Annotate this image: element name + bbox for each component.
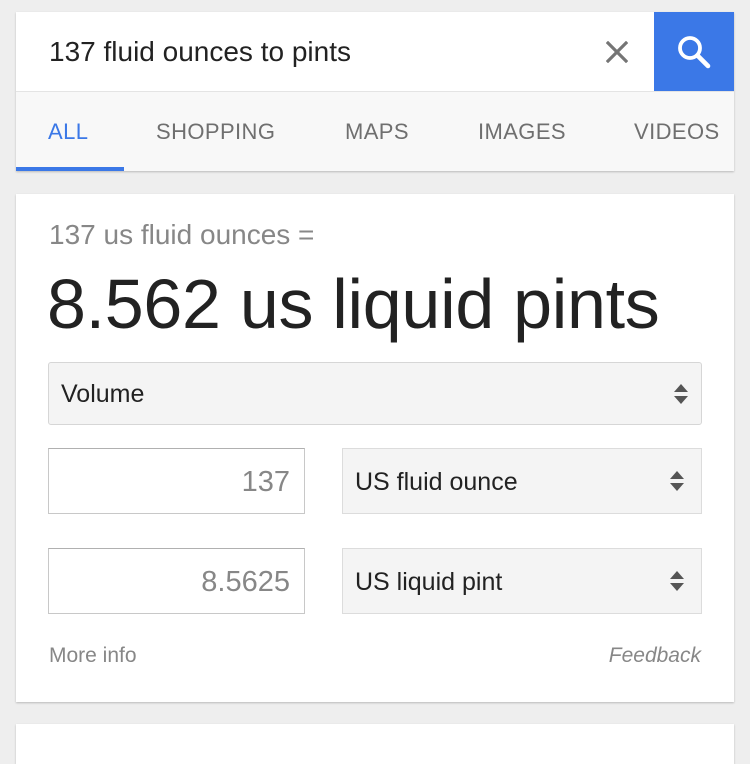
- conversion-source-text: 137 us fluid ounces =: [49, 219, 315, 250]
- feedback-link[interactable]: Feedback: [609, 644, 701, 668]
- conversion-result: 8.562 us liquid pints: [47, 265, 660, 343]
- select-arrows-icon: [670, 571, 684, 591]
- search-tabs: ALL SHOPPING MAPS IMAGES VIDEOS: [16, 91, 734, 171]
- to-value-input[interactable]: 8.5625: [48, 548, 305, 614]
- tab-images[interactable]: IMAGES: [478, 92, 566, 171]
- tab-maps[interactable]: MAPS: [345, 92, 409, 171]
- from-value-input[interactable]: 137: [48, 448, 305, 514]
- to-unit-select[interactable]: US liquid pint: [342, 548, 702, 614]
- select-arrows-icon: [674, 383, 688, 404]
- search-button[interactable]: [654, 12, 734, 91]
- tab-all[interactable]: ALL: [48, 92, 88, 171]
- select-arrows-icon: [670, 471, 684, 491]
- tab-videos[interactable]: VIDEOS: [634, 92, 720, 171]
- active-tab-indicator: [16, 167, 124, 171]
- from-unit-value: US fluid ounce: [355, 468, 518, 496]
- next-result-card: [16, 724, 734, 764]
- search-bar: 137 fluid ounces to pints: [16, 12, 734, 91]
- category-select-value: Volume: [61, 380, 145, 408]
- clear-search-button[interactable]: [602, 32, 632, 72]
- search-icon: [678, 35, 711, 68]
- tab-shopping[interactable]: SHOPPING: [156, 92, 275, 171]
- to-unit-value: US liquid pint: [355, 568, 503, 596]
- search-input[interactable]: 137 fluid ounces to pints: [49, 12, 351, 91]
- category-select[interactable]: Volume: [48, 362, 702, 425]
- from-unit-select[interactable]: US fluid ounce: [342, 448, 702, 514]
- unit-converter-card: 137 us fluid ounces = 8.562 us liquid pi…: [16, 194, 734, 702]
- to-value: 8.5625: [201, 566, 290, 598]
- close-icon: [606, 41, 628, 63]
- from-value: 137: [241, 466, 290, 498]
- more-info-link[interactable]: More info: [49, 644, 137, 668]
- search-card: 137 fluid ounces to pints ALL SHOPPING M…: [16, 12, 734, 171]
